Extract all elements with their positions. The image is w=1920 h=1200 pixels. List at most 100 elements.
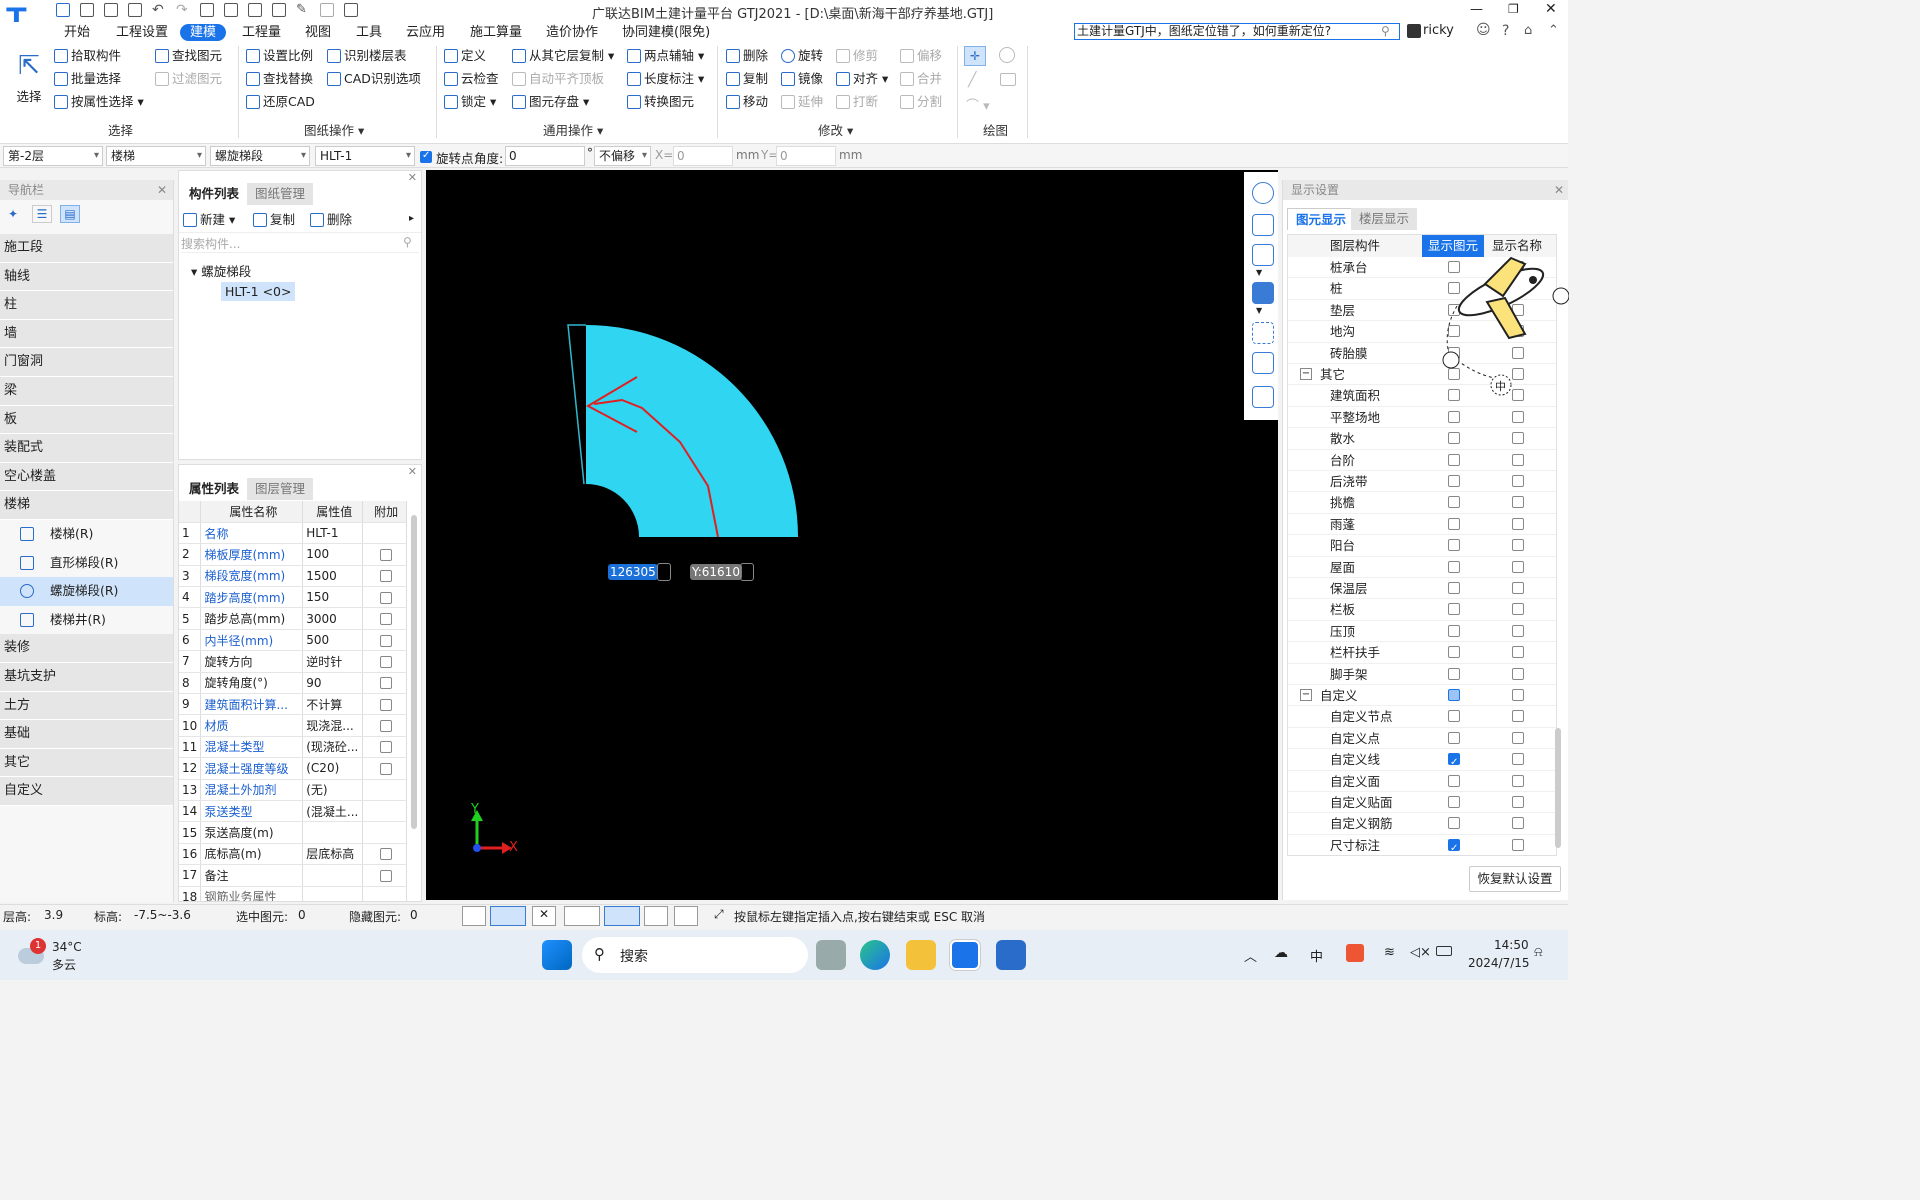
- extra-checkbox[interactable]: [380, 634, 393, 647]
- layer-icon[interactable]: [272, 3, 286, 17]
- coord-y-input[interactable]: Y:61610: [690, 564, 742, 580]
- copy-from-floor-button[interactable]: 从其它层复制 ▾: [512, 45, 614, 67]
- save-element-button[interactable]: 图元存盘 ▾: [512, 91, 589, 113]
- property-row[interactable]: 9 建筑面积计算... 不计算: [179, 693, 407, 716]
- extra-checkbox[interactable]: [380, 655, 393, 668]
- show-name-checkbox[interactable]: [1512, 796, 1524, 808]
- show-name-checkbox[interactable]: [1512, 432, 1524, 445]
- detail-view-icon[interactable]: ▤: [60, 205, 80, 223]
- show-name-checkbox[interactable]: [1512, 517, 1524, 530]
- tab-drawing-management[interactable]: 图纸管理: [247, 183, 314, 205]
- show-element-checkbox[interactable]: [1448, 838, 1460, 855]
- property-value[interactable]: 1500: [302, 565, 364, 588]
- export-icon[interactable]: [344, 3, 358, 17]
- pick-component-button[interactable]: 拾取构件: [54, 45, 121, 67]
- display-row[interactable]: 散水: [1288, 428, 1556, 450]
- ortho-icon[interactable]: [462, 906, 486, 926]
- extra-checkbox[interactable]: [380, 741, 393, 754]
- property-row[interactable]: 13 混凝土外加剂 (无): [179, 779, 407, 801]
- taskbar-search[interactable]: ⚲ 搜索: [582, 937, 808, 973]
- settings-list-icon[interactable]: [1252, 386, 1274, 408]
- pin-icon[interactable]: ✦: [8, 207, 18, 221]
- coord-x-spin[interactable]: [657, 563, 671, 581]
- pin-icon[interactable]: ⌃: [1548, 23, 1559, 38]
- show-name-checkbox[interactable]: [1512, 603, 1524, 616]
- delete-component-button[interactable]: 删除: [310, 209, 352, 231]
- arc-tool-icon[interactable]: ⌒ ▾: [966, 95, 990, 114]
- display-row[interactable]: 自定义点: [1288, 728, 1556, 750]
- property-value[interactable]: HLT-1: [302, 522, 364, 545]
- box-view-icon[interactable]: [1252, 244, 1274, 266]
- group-common[interactable]: 通用操作 ▾: [543, 120, 603, 139]
- dropdown-icon[interactable]: ▼: [1256, 268, 1262, 277]
- spiral-stair-flight[interactable]: [586, 325, 798, 537]
- display-row[interactable]: 尺寸标注: [1288, 835, 1556, 855]
- dynamic-input-icon[interactable]: [644, 906, 668, 926]
- show-name-checkbox[interactable]: [1512, 817, 1524, 830]
- angle-input[interactable]: 0: [505, 146, 585, 166]
- gtj-app-icon[interactable]: [950, 940, 980, 970]
- report-icon[interactable]: [224, 3, 238, 17]
- menu-cost-collab[interactable]: 造价协作: [536, 24, 608, 41]
- nav-item-custom[interactable]: 自定义: [0, 777, 173, 806]
- show-name-checkbox[interactable]: [1512, 667, 1524, 680]
- sum-icon[interactable]: [200, 3, 214, 17]
- extra-checkbox[interactable]: [380, 720, 393, 733]
- extra-checkbox[interactable]: [380, 548, 393, 561]
- display-row[interactable]: 压顶: [1288, 621, 1556, 643]
- display-row[interactable]: 屋面: [1288, 557, 1556, 578]
- angle-snap-icon[interactable]: [564, 906, 600, 926]
- show-element-checkbox[interactable]: [1448, 582, 1460, 594]
- snap-icon[interactable]: [490, 906, 526, 926]
- extra-checkbox[interactable]: [380, 698, 393, 711]
- show-element-checkbox[interactable]: [1448, 731, 1460, 744]
- open-folder-icon[interactable]: [104, 3, 118, 17]
- show-element-checkbox[interactable]: [1448, 752, 1460, 773]
- display-row[interactable]: 栏板: [1288, 599, 1556, 621]
- display-row[interactable]: 自定义面: [1288, 771, 1556, 792]
- restore-default-button[interactable]: 恢复默认设置: [1469, 866, 1561, 892]
- nav-sub-stairwell[interactable]: 楼梯井(R): [0, 605, 173, 635]
- circle-tool-icon[interactable]: [999, 47, 1015, 63]
- display-icon[interactable]: [1252, 352, 1274, 374]
- 3d-view-icon[interactable]: [1252, 214, 1274, 236]
- extra-checkbox[interactable]: [380, 613, 393, 626]
- display-scrollbar[interactable]: [1555, 728, 1561, 848]
- cad-app-icon[interactable]: [996, 940, 1026, 970]
- property-value[interactable]: 90: [302, 672, 364, 695]
- property-value[interactable]: (混凝土...: [302, 800, 364, 823]
- property-value[interactable]: 150: [302, 586, 364, 609]
- display-row[interactable]: 脚手架: [1288, 664, 1556, 685]
- y-input[interactable]: 0: [776, 146, 836, 166]
- x-input[interactable]: 0: [673, 146, 733, 166]
- nav-item-stairs[interactable]: 楼梯: [0, 491, 173, 520]
- point-draw-button[interactable]: ✛: [964, 46, 986, 66]
- extra-checkbox[interactable]: [380, 762, 393, 775]
- display-row[interactable]: 后浇带: [1288, 471, 1556, 493]
- nav-item-foundation[interactable]: 基础: [0, 720, 173, 749]
- component-select[interactable]: HLT-1: [315, 146, 415, 166]
- find-element-button[interactable]: 查找图元: [155, 45, 222, 67]
- cad-options-button[interactable]: CAD识别选项: [327, 68, 421, 90]
- nav-item-hollow-slab[interactable]: 空心楼盖: [0, 462, 173, 492]
- property-value[interactable]: (现浇砼...: [302, 736, 364, 759]
- show-element-checkbox[interactable]: [1448, 817, 1460, 830]
- drawing-canvas[interactable]: 126305 Y:61610 Y X: [426, 170, 1278, 900]
- show-element-checkbox[interactable]: [1448, 496, 1460, 509]
- show-element-checkbox[interactable]: [1448, 560, 1460, 573]
- nav-sub-spiral-flight[interactable]: 螺旋梯段(R): [0, 577, 173, 606]
- nav-item-wall[interactable]: 墙: [0, 319, 173, 349]
- menu-cloud[interactable]: 云应用: [396, 24, 455, 41]
- trim-button[interactable]: 修剪: [836, 45, 878, 67]
- orbit-icon[interactable]: [1252, 182, 1274, 204]
- group-drawing[interactable]: 图纸操作 ▾: [304, 120, 364, 139]
- show-name-checkbox[interactable]: [1512, 560, 1524, 573]
- property-row[interactable]: 7 旋转方向 逆时针: [179, 650, 407, 673]
- folder-icon[interactable]: [906, 940, 936, 970]
- component-search-input[interactable]: 搜索构件...: [181, 235, 419, 253]
- bell-icon[interactable]: ⍾: [1534, 945, 1543, 960]
- property-row[interactable]: 4 踏步高度(mm) 150: [179, 586, 407, 609]
- menu-start[interactable]: 开始: [54, 24, 100, 41]
- nav-item-decoration[interactable]: 装修: [0, 634, 173, 663]
- find-replace-button[interactable]: 查找替换: [246, 68, 313, 90]
